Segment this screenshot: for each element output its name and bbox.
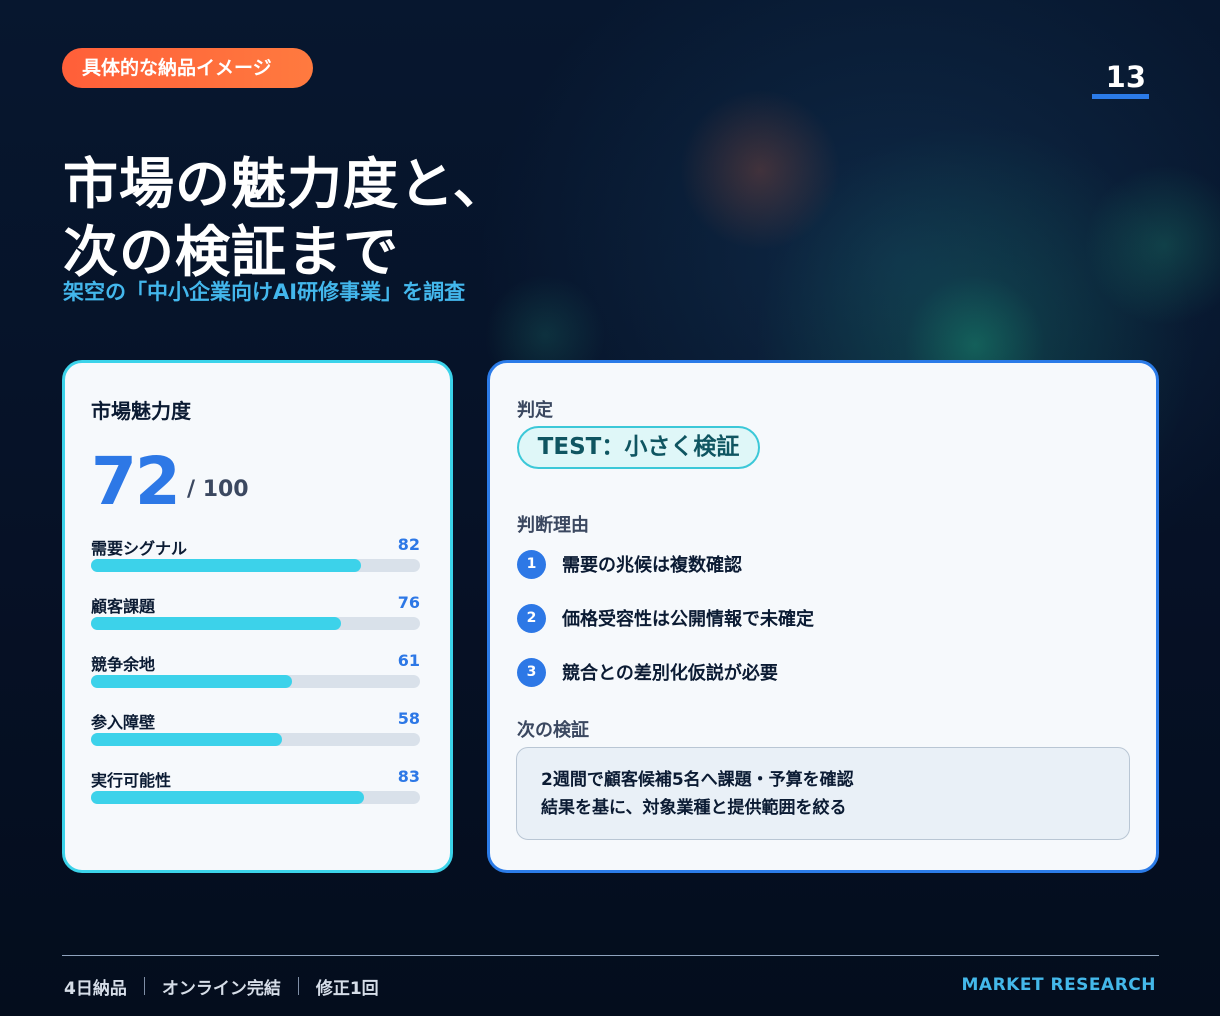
- metric-bar-track: [91, 617, 420, 630]
- metric-value: 76: [397, 593, 420, 612]
- page-title: 市場の魅力度と、 次の検証まで: [63, 150, 509, 286]
- metric-bar-track: [91, 733, 420, 746]
- reasons-label: 判断理由: [517, 515, 589, 536]
- footer-item: 修正1回: [315, 978, 379, 999]
- metric-name: 顧客課題: [91, 597, 156, 616]
- metric-value: 61: [397, 651, 420, 670]
- metric-bar-fill: [91, 617, 342, 630]
- metric-bar-fill: [91, 733, 282, 746]
- reason-text: 需要の兆候は複数確認: [562, 555, 742, 576]
- reason-number: 2: [517, 604, 546, 633]
- next-step-line: 2週間で顧客候補5名へ課題・予算を確認: [541, 770, 854, 790]
- score-card-label: 市場魅力度: [91, 399, 191, 423]
- next-step-box: 2週間で顧客候補5名へ課題・予算を確認 結果を基に、対象業種と提供範囲を絞る: [516, 747, 1130, 840]
- metric-value: 83: [397, 767, 420, 786]
- metric-name: 競争余地: [91, 655, 156, 674]
- metric-bar-fill: [91, 675, 292, 688]
- metric-bar-fill: [91, 791, 365, 804]
- reason-item: 2 価格受容性は公開情報で未確定: [517, 603, 1117, 633]
- verdict-label: 判定: [517, 400, 553, 421]
- category-tag: 具体的な納品イメージ: [62, 48, 313, 88]
- verdict-badge: TEST：小さく検証: [517, 426, 760, 469]
- page-subtitle: 架空の「中小企業向けAI研修事業」を調査: [63, 280, 466, 304]
- title-line-1: 市場の魅力度と、: [63, 152, 509, 216]
- metric-value: 82: [397, 535, 420, 554]
- metric-row: 顧客課題 76: [91, 593, 420, 638]
- footer-brand: MARKET RESEARCH: [961, 975, 1156, 995]
- metric-row: 需要シグナル 82: [91, 535, 420, 580]
- footer-item: オンライン完結: [161, 978, 281, 999]
- metric-name: 実行可能性: [91, 771, 172, 790]
- footer-item: 4日納品: [64, 978, 127, 999]
- metric-name: 参入障壁: [91, 713, 156, 732]
- footer-features: 4日納品 オンライン完結 修正1回: [64, 973, 379, 999]
- metric-name: 需要シグナル: [91, 539, 188, 558]
- footer-divider: [62, 955, 1159, 956]
- next-step-line: 結果を基に、対象業種と提供範囲を絞る: [541, 798, 847, 818]
- reason-number: 1: [517, 550, 546, 579]
- metric-bar-fill: [91, 559, 361, 572]
- footer-separator: [297, 977, 299, 995]
- score-value: 72: [91, 443, 181, 520]
- verdict-card: 判定 TEST：小さく検証 判断理由 1 需要の兆候は複数確認 2 価格受容性は…: [487, 360, 1159, 873]
- market-score-card: 市場魅力度 72 / 100 需要シグナル 82 顧客課題 76 競争余地 61…: [62, 360, 453, 873]
- next-step-label: 次の検証: [517, 720, 589, 741]
- metric-bar-track: [91, 791, 420, 804]
- reason-text: 競合との差別化仮説が必要: [562, 663, 778, 684]
- reason-item: 1 需要の兆候は複数確認: [517, 549, 1117, 579]
- metric-bar-track: [91, 559, 420, 572]
- score-max: / 100: [187, 477, 249, 502]
- reason-text: 価格受容性は公開情報で未確定: [562, 609, 814, 630]
- reason-item: 3 競合との差別化仮説が必要: [517, 657, 1117, 687]
- reason-number: 3: [517, 658, 546, 687]
- metric-row: 参入障壁 58: [91, 709, 420, 754]
- metric-row: 競争余地 61: [91, 651, 420, 696]
- metric-row: 実行可能性 83: [91, 767, 420, 812]
- page-number: 13: [1092, 58, 1149, 99]
- metric-bar-track: [91, 675, 420, 688]
- footer-separator: [143, 977, 145, 995]
- metric-value: 58: [397, 709, 420, 728]
